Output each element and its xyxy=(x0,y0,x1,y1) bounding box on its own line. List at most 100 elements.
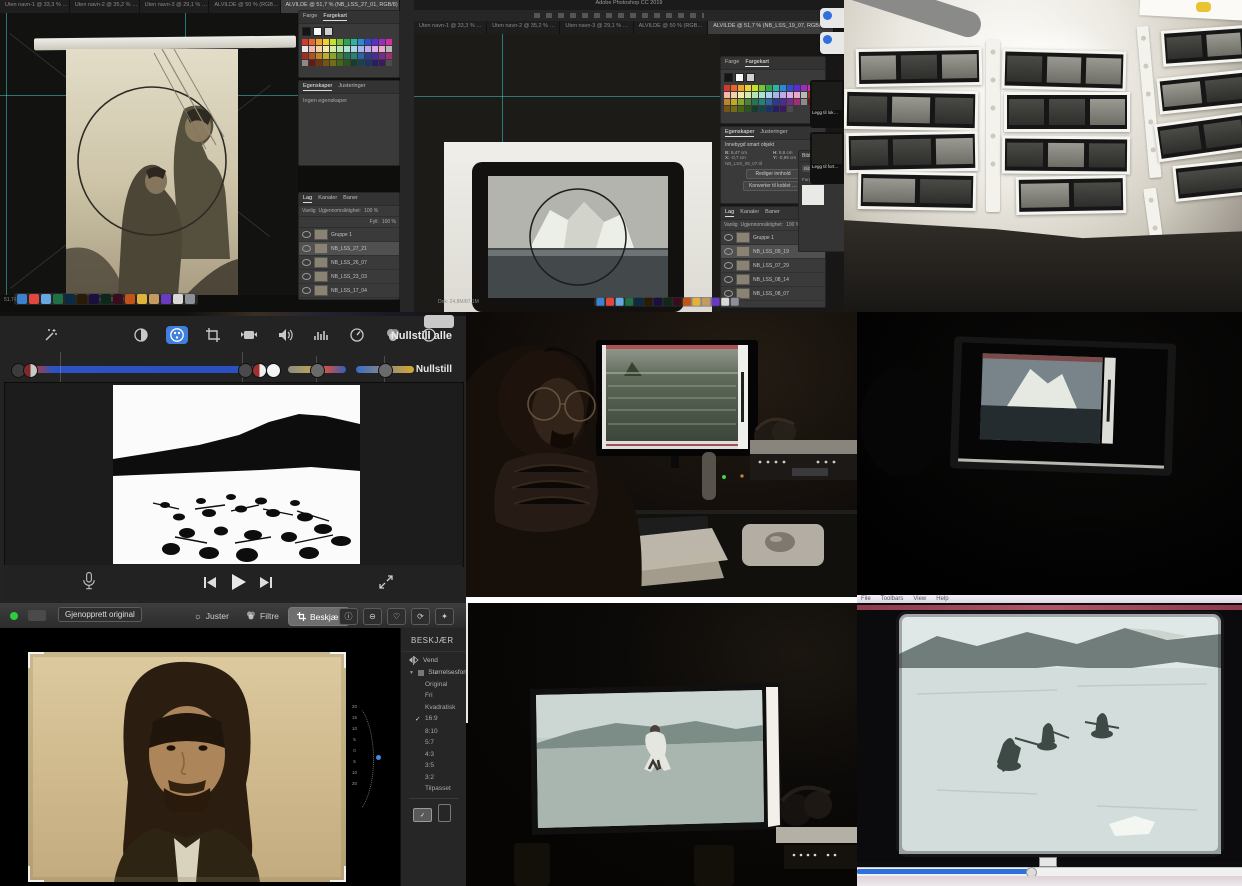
temperature-slider[interactable] xyxy=(356,366,414,373)
aspect-option-list[interactable]: OriginalFriKvadratisk✓16:98:105:74:33:53… xyxy=(401,676,466,792)
dock-icon[interactable] xyxy=(635,298,643,306)
play-icon[interactable] xyxy=(230,573,247,591)
notification-preview-card[interactable]: Legg til lok… xyxy=(810,80,844,128)
menu-item[interactable]: View xyxy=(913,596,926,602)
layer-row[interactable]: NB_LSS_17_04 xyxy=(299,284,399,298)
aspect-option[interactable]: Tilpasset xyxy=(401,781,466,793)
ps-b-document-tabs[interactable]: Uten navn-1 @ 33,3 % …Uten navn-2 @ 35,2… xyxy=(414,21,834,34)
speed-gauge-icon[interactable] xyxy=(346,326,368,344)
dock-icon[interactable] xyxy=(77,294,87,304)
notification-card[interactable] xyxy=(820,8,844,28)
auto-enhance-wand-icon[interactable] xyxy=(40,326,62,344)
swatch-grid[interactable] xyxy=(299,36,399,69)
auto-enhance-button[interactable]: ⊖ xyxy=(363,608,382,625)
macos-dock[interactable] xyxy=(594,297,741,307)
dock-icon[interactable] xyxy=(702,298,710,306)
dock-icon[interactable] xyxy=(17,294,27,304)
crop-corner-handle[interactable] xyxy=(28,652,44,668)
color-balance-icon[interactable] xyxy=(130,326,152,344)
player-menubar[interactable]: File Toolbars View Help xyxy=(857,595,1242,603)
slider-handle[interactable] xyxy=(378,363,393,378)
aspect-option[interactable]: 3:2 xyxy=(401,769,466,781)
menu-item[interactable]: Help xyxy=(936,596,948,602)
library-color-swatch[interactable] xyxy=(802,185,824,205)
tab-paths[interactable]: Baner xyxy=(343,195,358,203)
blend-mode-select[interactable]: Vanlig xyxy=(302,208,316,214)
visibility-eye-icon[interactable] xyxy=(724,262,733,269)
flip-button[interactable]: Vend xyxy=(401,652,466,665)
aspect-ratio-header[interactable]: ▼ Størrelsesforhold xyxy=(401,665,466,676)
tab-channels[interactable]: Kanaler xyxy=(318,195,337,203)
dock-icon[interactable] xyxy=(185,294,195,304)
crop-icon[interactable] xyxy=(202,326,224,344)
blend-mode-select[interactable]: Vanlig xyxy=(724,222,738,228)
microphone-icon[interactable] xyxy=(80,572,98,592)
crop-corner-handle[interactable] xyxy=(330,866,346,882)
mini-swatches[interactable] xyxy=(299,24,399,36)
dock-icon[interactable] xyxy=(29,294,39,304)
slider-handle[interactable] xyxy=(238,363,253,378)
slider-handle[interactable] xyxy=(266,363,281,378)
tab-layers[interactable]: Lag xyxy=(725,209,734,217)
dock-icon[interactable] xyxy=(101,294,111,304)
aspect-option[interactable]: 5:7 xyxy=(401,735,466,747)
saturation-slider[interactable] xyxy=(288,366,346,373)
volume-speaker-icon[interactable] xyxy=(274,326,296,344)
visibility-eye-icon[interactable] xyxy=(302,259,311,266)
tab-adjustments[interactable]: Justeringer xyxy=(760,129,787,137)
seek-bar[interactable] xyxy=(857,867,1242,876)
tab-channels[interactable]: Kanaler xyxy=(740,209,759,217)
visibility-eye-icon[interactable] xyxy=(302,287,311,294)
tab-swatches[interactable]: Fargekart xyxy=(745,59,769,67)
dock-icon[interactable] xyxy=(683,298,691,306)
visibility-eye-icon[interactable] xyxy=(724,290,733,297)
aspect-option[interactable]: Kvadratisk xyxy=(401,699,466,711)
fill-value[interactable]: 100 % xyxy=(382,219,396,225)
layer-row[interactable]: NB_LSS_08_14 xyxy=(721,273,825,287)
color-correction-icon[interactable] xyxy=(166,326,188,344)
mini-swatches[interactable] xyxy=(721,70,825,82)
layer-row[interactable]: NB_LSS_07_29 xyxy=(721,259,825,273)
orientation-portrait-button[interactable] xyxy=(438,804,451,822)
tab-adjustments[interactable]: Justeringer xyxy=(338,83,365,91)
shadows-highlights-slider[interactable] xyxy=(16,366,278,373)
reset-button[interactable]: Nullstill xyxy=(416,364,452,375)
visibility-eye-icon[interactable] xyxy=(724,248,733,255)
dock-icon[interactable] xyxy=(625,298,633,306)
crop-corner-handle[interactable] xyxy=(28,866,44,882)
visibility-eye-icon[interactable] xyxy=(724,276,733,283)
dock-icon[interactable] xyxy=(721,298,729,306)
dock-icon[interactable] xyxy=(654,298,662,306)
visibility-eye-icon[interactable] xyxy=(302,245,311,252)
dock-icon[interactable] xyxy=(692,298,700,306)
favorite-button[interactable]: ♡ xyxy=(387,608,406,625)
menu-item[interactable]: File xyxy=(861,596,871,602)
layer-row[interactable]: Gruppe 1 xyxy=(299,228,399,242)
tab-filters[interactable]: Filtre xyxy=(238,607,287,624)
skip-forward-icon[interactable] xyxy=(258,575,274,590)
tab-properties[interactable]: Egenskaper xyxy=(303,83,332,91)
dock-icon[interactable] xyxy=(65,294,75,304)
opacity-value[interactable]: 100 % xyxy=(364,208,378,214)
dock-icon[interactable] xyxy=(137,294,147,304)
dock-icon[interactable] xyxy=(41,294,51,304)
zoom-pill-button[interactable] xyxy=(28,610,46,621)
ps-a-layers-panel[interactable]: LagKanalerBaner Vanlig Ugjennomsiktighet… xyxy=(298,192,400,300)
visibility-eye-icon[interactable] xyxy=(724,234,733,241)
dock-icon[interactable] xyxy=(161,294,171,304)
dock-icon[interactable] xyxy=(712,298,720,306)
menu-item[interactable]: Toolbars xyxy=(881,596,904,602)
dock-icon[interactable] xyxy=(664,298,672,306)
traffic-light-green[interactable] xyxy=(10,612,18,620)
ps-a-swatches-panel[interactable]: FargeFargekart xyxy=(298,10,400,78)
ps-a-canvas[interactable] xyxy=(0,13,298,295)
dock-icon[interactable] xyxy=(125,294,135,304)
aspect-option[interactable]: 8:10 xyxy=(401,723,466,735)
slider-handle[interactable] xyxy=(252,363,267,378)
crop-corner-handle[interactable] xyxy=(330,652,346,668)
dock-icon[interactable] xyxy=(616,298,624,306)
magic-wand-button[interactable]: ✦ xyxy=(435,608,454,625)
notification-preview-card[interactable]: Legg til fort… xyxy=(810,132,844,184)
tab-adjust[interactable]: ☼ Juster xyxy=(186,607,237,624)
tab-paths[interactable]: Baner xyxy=(765,209,780,217)
